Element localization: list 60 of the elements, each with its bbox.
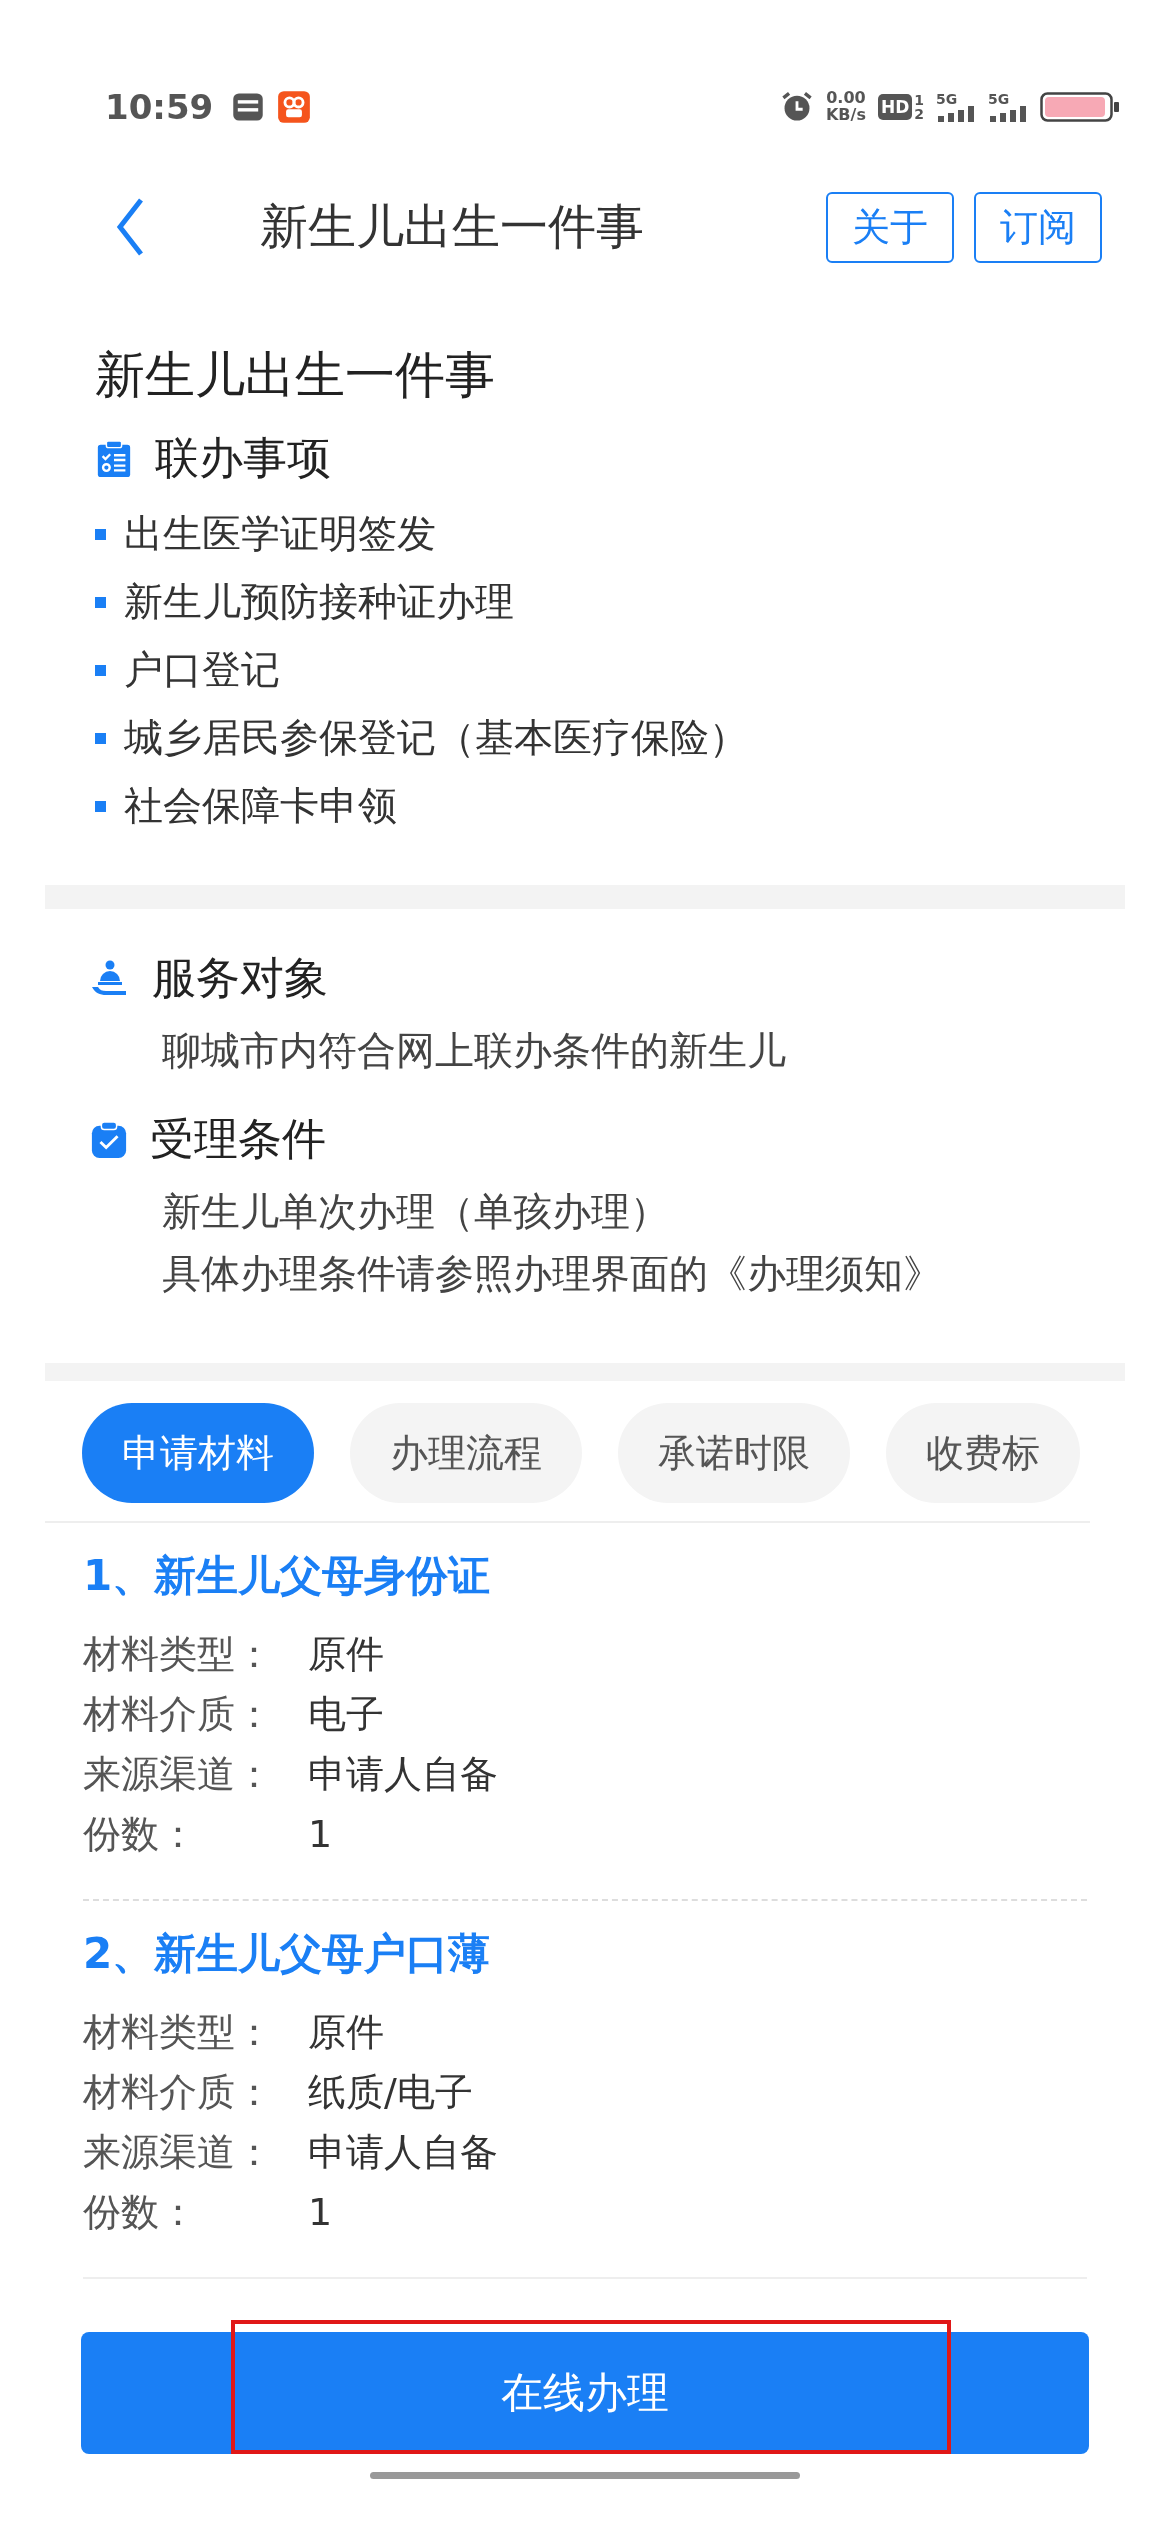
material-title: 2、新生儿父母户口薄 <box>83 1928 492 1980</box>
network-type: 5G <box>936 92 958 106</box>
tab[interactable]: 申请材料 <box>82 1403 314 1503</box>
field-value: 电子 <box>308 1691 384 1738</box>
info-text: 新生儿单次办理（单孩办理） <box>161 1188 670 1236</box>
section-heading: 联办事项 <box>155 431 331 485</box>
app-notification-icon <box>277 90 312 124</box>
status-time: 10:59 <box>105 87 214 127</box>
signal-icon <box>936 106 976 122</box>
section-heading: 受理条件 <box>150 1112 326 1166</box>
field-label: 材料类型： <box>83 2009 274 2056</box>
bullet-icon <box>95 800 106 812</box>
check-clipboard-icon <box>90 1120 128 1159</box>
section-heading: 服务对象 <box>152 951 328 1005</box>
bullet-icon <box>95 732 106 744</box>
network-speed: 0.00 <box>826 90 866 107</box>
field-label: 份数： <box>83 1811 198 1858</box>
joint-item: 社会保障卡申领 <box>124 782 397 830</box>
sim-number: 1 <box>914 93 924 107</box>
field-label: 材料介质： <box>83 2069 274 2116</box>
tab[interactable]: 收费标 <box>886 1403 1080 1503</box>
info-text: 聊城市内符合网上联办条件的新生儿 <box>161 1027 787 1075</box>
bullet-icon <box>95 664 106 676</box>
field-label: 材料介质： <box>83 1691 274 1738</box>
sim-card-icon <box>231 90 266 124</box>
field-label: 份数： <box>83 2189 198 2236</box>
field-value: 1 <box>308 2189 333 2236</box>
speed-unit: KB/s <box>825 107 866 124</box>
joint-item: 新生儿预防接种证办理 <box>124 578 514 626</box>
service-title: 新生儿出生一件事 <box>95 345 496 406</box>
alarm-icon <box>779 90 814 124</box>
tab[interactable]: 办理流程 <box>350 1403 582 1503</box>
field-value: 申请人自备 <box>308 2129 498 2176</box>
online-apply-button[interactable]: 在线办理 <box>81 2332 1089 2454</box>
hd-badge: HD <box>877 94 913 120</box>
field-label: 来源渠道： <box>83 1751 274 1798</box>
bullet-icon <box>95 596 106 608</box>
joint-item: 户口登记 <box>124 646 280 694</box>
page-title: 新生儿出生一件事 <box>260 197 645 256</box>
field-label: 来源渠道： <box>83 2129 274 2176</box>
joint-item: 出生医学证明签发 <box>124 510 436 558</box>
material-title: 1、新生儿父母身份证 <box>83 1550 492 1602</box>
checklist-icon <box>95 439 133 478</box>
signal-icon <box>988 106 1028 122</box>
field-value: 原件 <box>308 2009 384 2056</box>
header-button[interactable]: 订阅 <box>974 191 1102 263</box>
network-type: 5G <box>988 92 1010 106</box>
header-button[interactable]: 关于 <box>826 191 954 263</box>
field-value: 申请人自备 <box>308 1751 498 1798</box>
battery-icon <box>1040 92 1120 122</box>
field-label: 材料类型： <box>83 1631 274 1678</box>
joint-item: 城乡居民参保登记（基本医疗保险） <box>124 714 748 762</box>
field-value: 纸质/电子 <box>308 2069 473 2116</box>
back-icon[interactable] <box>115 197 145 257</box>
bullet-icon <box>95 528 106 540</box>
field-value: 1 <box>308 1811 333 1858</box>
field-value: 原件 <box>308 1631 384 1678</box>
tab[interactable]: 承诺时限 <box>618 1403 850 1503</box>
info-text: 具体办理条件请参照办理界面的《办理须知》 <box>161 1250 943 1298</box>
sim-number: 2 <box>914 107 924 121</box>
